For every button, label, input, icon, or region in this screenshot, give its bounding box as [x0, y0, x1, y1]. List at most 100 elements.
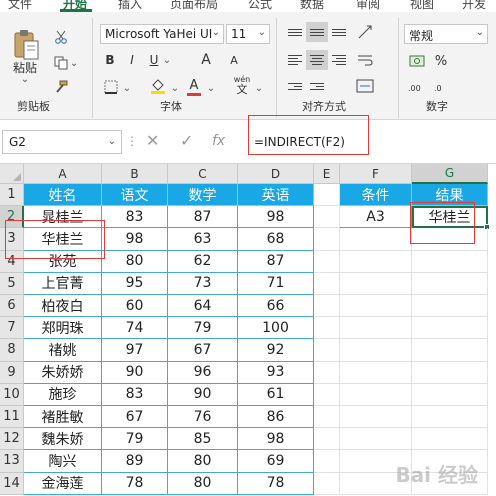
close-icon[interactable]: ✕	[146, 131, 159, 150]
select-all-button[interactable]	[0, 164, 24, 184]
cell-f7[interactable]	[340, 317, 412, 340]
cell-e7[interactable]	[314, 317, 340, 340]
tab-view[interactable]: 视图	[410, 0, 434, 12]
cell-e3[interactable]	[314, 228, 340, 251]
cell-d3[interactable]: 68	[238, 228, 314, 251]
cell-e10[interactable]	[314, 383, 340, 406]
cell-a10[interactable]: 施珍	[24, 383, 102, 406]
cell-f5[interactable]	[340, 272, 412, 295]
cell-b13[interactable]: 89	[102, 450, 168, 473]
wrap-text-button[interactable]	[354, 50, 376, 70]
cell-e11[interactable]	[314, 406, 340, 429]
cell-b5[interactable]: 95	[102, 272, 168, 295]
cell-g3[interactable]	[412, 228, 488, 251]
cell-e2[interactable]	[314, 206, 340, 229]
cell-e12[interactable]	[314, 428, 340, 451]
cell-d12[interactable]: 98	[238, 428, 314, 451]
cell-a4[interactable]: 张苑	[24, 250, 102, 273]
accounting-format-button[interactable]	[406, 52, 428, 70]
row-header-11[interactable]: 11	[0, 406, 24, 429]
cell-g2[interactable]: 华桂兰	[412, 206, 488, 229]
tab-file[interactable]: 文件	[8, 0, 32, 12]
row-header-3[interactable]: 3	[0, 228, 24, 251]
cell-b14[interactable]: 78	[102, 472, 168, 495]
cell-e9[interactable]	[314, 361, 340, 384]
cell-e13[interactable]	[314, 450, 340, 473]
cell-f11[interactable]	[340, 406, 412, 429]
cell-e14[interactable]	[314, 472, 340, 495]
row-header-9[interactable]: 9	[0, 361, 24, 384]
column-header-b[interactable]: B	[102, 164, 168, 184]
align-middle-button[interactable]	[306, 22, 328, 42]
cell-g6[interactable]	[412, 295, 488, 318]
cell-f10[interactable]	[340, 383, 412, 406]
cell-d11[interactable]: 86	[238, 406, 314, 429]
cell-d10[interactable]: 61	[238, 383, 314, 406]
copy-button[interactable]	[52, 54, 70, 72]
cell-g4[interactable]	[412, 250, 488, 273]
cell-a3[interactable]: 华桂兰	[24, 228, 102, 251]
fill-color-dropdown-icon[interactable]: ⌄	[170, 82, 180, 94]
cell-d13[interactable]: 69	[238, 450, 314, 473]
cell-g1[interactable]: 结果	[412, 184, 488, 207]
align-right-button[interactable]	[328, 50, 350, 70]
cell-a5[interactable]: 上官菁	[24, 272, 102, 295]
underline-dropdown-icon[interactable]: ⌄	[162, 54, 172, 66]
cell-a11[interactable]: 褚胜敏	[24, 406, 102, 429]
percent-button[interactable]: %	[432, 52, 450, 70]
cell-c3[interactable]: 63	[168, 228, 238, 251]
cell-g12[interactable]	[412, 428, 488, 451]
column-header-e[interactable]: E	[314, 164, 340, 184]
merge-center-button[interactable]	[354, 76, 376, 96]
tab-page-layout[interactable]: 页面布局	[170, 0, 218, 12]
cell-e8[interactable]	[314, 339, 340, 362]
cell-a1[interactable]: 姓名	[24, 184, 102, 207]
underline-button[interactable]: U	[146, 50, 162, 70]
increase-indent-button[interactable]	[306, 76, 328, 96]
cell-f2[interactable]: A3	[340, 206, 412, 229]
cell-b9[interactable]: 90	[102, 361, 168, 384]
cell-d8[interactable]: 92	[238, 339, 314, 362]
row-header-14[interactable]: 14	[0, 472, 24, 495]
tab-developer[interactable]: 开发	[462, 0, 486, 12]
cell-c10[interactable]: 90	[168, 383, 238, 406]
cell-g11[interactable]	[412, 406, 488, 429]
tab-review[interactable]: 审阅	[356, 0, 380, 12]
cell-d6[interactable]: 66	[238, 295, 314, 318]
cell-a6[interactable]: 柏夜白	[24, 295, 102, 318]
cell-e4[interactable]	[314, 250, 340, 273]
row-header-12[interactable]: 12	[0, 428, 24, 451]
row-header-1[interactable]: 1	[0, 184, 24, 207]
cell-f8[interactable]	[340, 339, 412, 362]
row-header-10[interactable]: 10	[0, 383, 24, 406]
cell-c7[interactable]: 79	[168, 317, 238, 340]
align-center-button[interactable]	[306, 50, 328, 70]
cell-d1[interactable]: 英语	[238, 184, 314, 207]
align-top-button[interactable]	[284, 22, 306, 42]
phonetic-dropdown-icon[interactable]: ⌄	[254, 82, 264, 94]
cell-f6[interactable]	[340, 295, 412, 318]
cell-d7[interactable]: 100	[238, 317, 314, 340]
align-left-button[interactable]	[284, 50, 306, 70]
cell-c8[interactable]: 67	[168, 339, 238, 362]
cell-g5[interactable]	[412, 272, 488, 295]
number-format-select[interactable]: 常规 ⌄	[404, 24, 488, 44]
cell-a7[interactable]: 郑明珠	[24, 317, 102, 340]
row-header-6[interactable]: 6	[0, 295, 24, 318]
cell-f4[interactable]	[340, 250, 412, 273]
row-header-5[interactable]: 5	[0, 272, 24, 295]
column-header-c[interactable]: C	[168, 164, 238, 184]
cell-b10[interactable]: 83	[102, 383, 168, 406]
cell-c1[interactable]: 数学	[168, 184, 238, 207]
cell-c13[interactable]: 80	[168, 450, 238, 473]
cut-button[interactable]	[52, 28, 70, 46]
cell-f12[interactable]	[340, 428, 412, 451]
italic-button[interactable]: I	[124, 50, 140, 70]
copy-dropdown-icon[interactable]: ⌄	[70, 58, 78, 69]
cell-b2[interactable]: 83	[102, 206, 168, 229]
border-button[interactable]	[102, 78, 120, 96]
cell-g7[interactable]	[412, 317, 488, 340]
cell-b11[interactable]: 67	[102, 406, 168, 429]
cell-a2[interactable]: 晁桂兰	[24, 206, 102, 229]
cell-c2[interactable]: 87	[168, 206, 238, 229]
